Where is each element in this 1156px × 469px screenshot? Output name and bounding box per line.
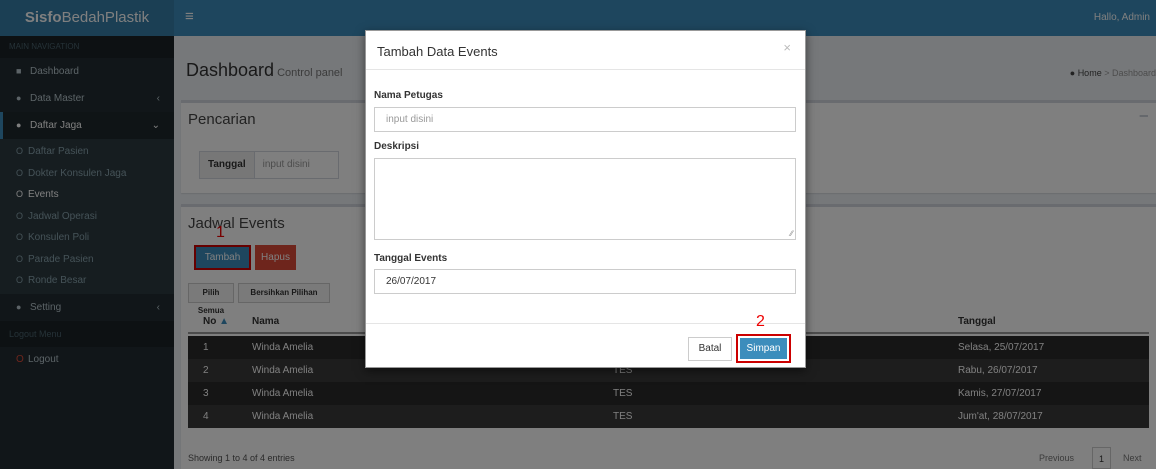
- close-icon[interactable]: ×: [783, 40, 791, 55]
- save-button[interactable]: Simpan: [736, 334, 791, 363]
- petugas-label: Nama Petugas: [374, 90, 443, 101]
- tanggal-events-input[interactable]: 26/07/2017: [374, 269, 796, 294]
- modal-header: Tambah Data Events ×: [366, 31, 805, 70]
- modal-footer: 2 Batal Simpan: [366, 313, 805, 368]
- deskripsi-textarea[interactable]: ∕∕: [374, 158, 796, 240]
- modal-title: Tambah Data Events: [377, 44, 498, 59]
- petugas-input[interactable]: input disini: [374, 107, 796, 132]
- save-button-label: Simpan: [740, 338, 787, 359]
- add-event-modal: Tambah Data Events × Nama Petugas input …: [365, 30, 806, 368]
- resize-handle-icon[interactable]: ∕∕: [790, 229, 793, 238]
- annotation-2: 2: [756, 313, 765, 330]
- tanggal-events-label: Tanggal Events: [374, 253, 448, 264]
- deskripsi-label: Deskripsi: [374, 141, 420, 152]
- cancel-button[interactable]: Batal: [688, 337, 732, 361]
